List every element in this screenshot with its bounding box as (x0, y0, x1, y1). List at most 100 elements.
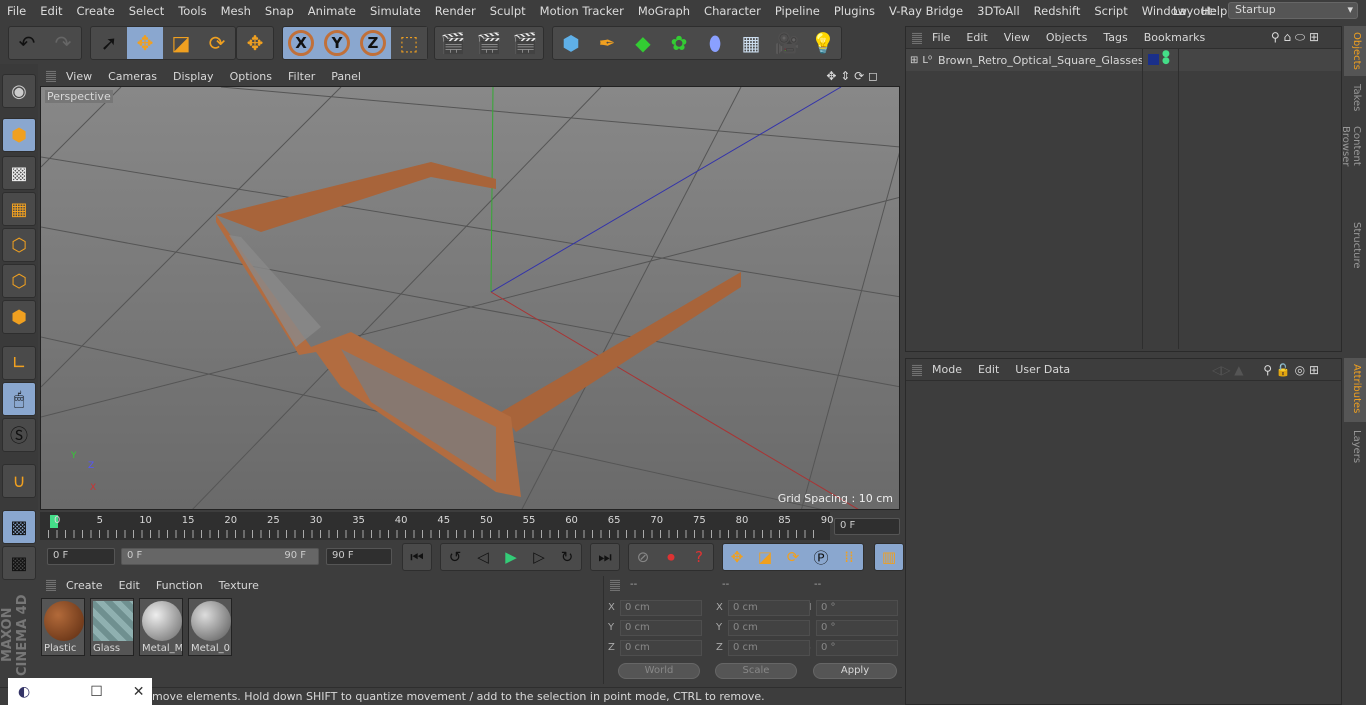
panel-grip[interactable] (610, 579, 620, 591)
menu-file[interactable]: File (0, 4, 33, 18)
key-scale-icon[interactable]: ◪ (751, 544, 779, 570)
render-view-icon[interactable]: 🎬 (435, 27, 471, 59)
start-frame-field[interactable]: 0 F (47, 548, 115, 565)
next-frame-icon[interactable]: ▷ (525, 544, 553, 570)
play-icon[interactable]: ▶ (497, 544, 525, 570)
key-parameter-icon[interactable]: Ⓟ (807, 544, 835, 570)
timeline-ruler[interactable]: 0 5 10 15 20 25 30 35 40 45 50 55 60 65 70 75 80 85 90 (40, 512, 834, 540)
menu-mograph[interactable]: MoGraph (631, 4, 697, 18)
menu-tools[interactable]: Tools (171, 4, 213, 18)
coord-field[interactable]: 0 ° (816, 640, 898, 656)
y-axis-lock-icon[interactable]: Y (319, 27, 355, 59)
object-row[interactable]: ⊞ L⁰ Brown_Retro_Optical_Square_Glasses … (906, 49, 1341, 349)
menu-snap[interactable]: Snap (258, 4, 301, 18)
material-metal-0[interactable]: Metal_0 (188, 598, 232, 656)
tab-content-browser[interactable]: Content Browser (1340, 120, 1366, 214)
menu-pipeline[interactable]: Pipeline (768, 4, 827, 18)
tab-attributes[interactable]: Attributes (1344, 358, 1366, 422)
menu-mesh[interactable]: Mesh (214, 4, 258, 18)
floor-icon[interactable]: ▦ (733, 27, 769, 59)
menu-edit[interactable]: Edit (33, 4, 69, 18)
menu-render[interactable]: Render (428, 4, 483, 18)
panel-grip[interactable] (46, 70, 56, 82)
axis-mode-icon[interactable]: ∟ (2, 346, 36, 380)
menu-create[interactable]: Create (70, 4, 122, 18)
objects-menu-bookmarks[interactable]: Bookmarks (1144, 31, 1205, 44)
menu-script[interactable]: Script (1087, 4, 1134, 18)
menu-motion-tracker[interactable]: Motion Tracker (533, 4, 631, 18)
scale-tool-icon[interactable]: ◪ (163, 27, 199, 59)
attributes-menu-mode[interactable]: Mode (932, 363, 962, 376)
key-position-icon[interactable]: ✥ (723, 544, 751, 570)
menu-vray-bridge[interactable]: V-Ray Bridge (882, 4, 970, 18)
polygons-mode-icon[interactable]: ⬢ (2, 300, 36, 334)
world-dropdown[interactable]: World (618, 663, 700, 679)
key-pla-icon[interactable]: ⁞⁞ (835, 544, 863, 570)
film-strip-icon[interactable]: ▥ (875, 544, 903, 570)
locked-workplane-icon[interactable]: ▩ (2, 510, 36, 544)
select-tool-icon[interactable]: ➚ (91, 27, 127, 59)
motion-record-icon[interactable]: ⊘ (629, 544, 657, 570)
maximize-icon[interactable]: ☐ (90, 684, 103, 700)
range-slider[interactable]: 0 F 90 F (121, 548, 319, 565)
workplane-icon[interactable]: ▦ (2, 192, 36, 226)
record-keys-icon[interactable]: ⏺ (657, 544, 685, 570)
panel-grip[interactable] (912, 364, 922, 376)
model-mode-icon[interactable]: ⬢ (2, 118, 36, 152)
next-key-icon[interactable]: ↻ (553, 544, 581, 570)
viewport-menu-filter[interactable]: Filter (288, 70, 315, 83)
material-menu-function[interactable]: Function (156, 579, 203, 592)
viewport-menu-view[interactable]: View (66, 70, 92, 83)
panel-grip[interactable] (46, 579, 56, 591)
menu-character[interactable]: Character (697, 4, 768, 18)
tab-objects[interactable]: Objects (1344, 26, 1366, 76)
object-name[interactable]: Brown_Retro_Optical_Square_Glasses (938, 54, 1144, 67)
layout-dropdown[interactable]: Startup (1227, 2, 1358, 19)
redo-icon[interactable]: ↷ (45, 27, 81, 59)
cloner-icon[interactable]: ✿ (661, 27, 697, 59)
current-frame-field[interactable]: 0 F (834, 518, 900, 535)
menu-plugins[interactable]: Plugins (827, 4, 882, 18)
layer-color-swatch[interactable] (1148, 54, 1159, 65)
objects-menu-objects[interactable]: Objects (1046, 31, 1088, 44)
coord-field[interactable]: 0 cm (728, 620, 810, 636)
menu-redshift[interactable]: Redshift (1027, 4, 1088, 18)
coord-field[interactable]: 0 cm (728, 640, 810, 656)
pen-icon[interactable]: ✒ (589, 27, 625, 59)
snap-icon[interactable]: Ⓢ (2, 418, 36, 452)
z-axis-lock-icon[interactable]: Z (355, 27, 391, 59)
apply-button[interactable]: Apply (813, 663, 897, 679)
prev-key-icon[interactable]: ↺ (441, 544, 469, 570)
material-menu-texture[interactable]: Texture (219, 579, 259, 592)
goto-end-icon[interactable]: ⏭ (591, 544, 619, 570)
expand-icon[interactable]: ⊞ (910, 55, 918, 66)
tab-layers[interactable]: Layers (1344, 424, 1366, 464)
x-axis-lock-icon[interactable]: X (283, 27, 319, 59)
menu-sculpt[interactable]: Sculpt (483, 4, 533, 18)
autokey-icon[interactable]: ? (685, 544, 713, 570)
coordinate-system-icon[interactable]: ⬚ (391, 27, 427, 59)
move-tool-icon[interactable]: ✥ (127, 27, 163, 59)
menu-simulate[interactable]: Simulate (363, 4, 428, 18)
render-picture-viewer-icon[interactable]: 🎬 (471, 27, 507, 59)
attribute-tools-icons[interactable]: ◁▷ ▲ ⚲ 🔓 ◎ ⊞ (1212, 363, 1319, 377)
material-menu-edit[interactable]: Edit (119, 579, 140, 592)
prev-frame-icon[interactable]: ◁ (469, 544, 497, 570)
objects-menu-edit[interactable]: Edit (966, 31, 987, 44)
texture-mode-icon[interactable]: ▩ (2, 156, 36, 190)
material-metal-m[interactable]: Metal_M (139, 598, 183, 656)
viewport-menu-options[interactable]: Options (230, 70, 272, 83)
points-mode-icon[interactable]: ⬡ (2, 228, 36, 262)
object-manager-tools-icons[interactable]: ⚲ ⌂ ⬭ ⊞ (1271, 30, 1319, 45)
render-settings-icon[interactable]: 🎬 (507, 27, 543, 59)
light-icon[interactable]: 💡 (805, 27, 841, 59)
panel-grip[interactable] (912, 32, 922, 44)
scale-dropdown[interactable]: Scale (715, 663, 797, 679)
tab-takes[interactable]: Takes (1344, 78, 1366, 118)
coord-field[interactable]: 0 cm (728, 600, 810, 616)
edges-mode-icon[interactable]: ⬡ (2, 264, 36, 298)
coord-field[interactable]: 0 cm (620, 640, 702, 656)
coord-field[interactable]: 0 cm (620, 620, 702, 636)
visibility-dots-icon[interactable]: ● ● (1162, 50, 1170, 66)
close-icon[interactable]: ✕ (133, 684, 145, 700)
